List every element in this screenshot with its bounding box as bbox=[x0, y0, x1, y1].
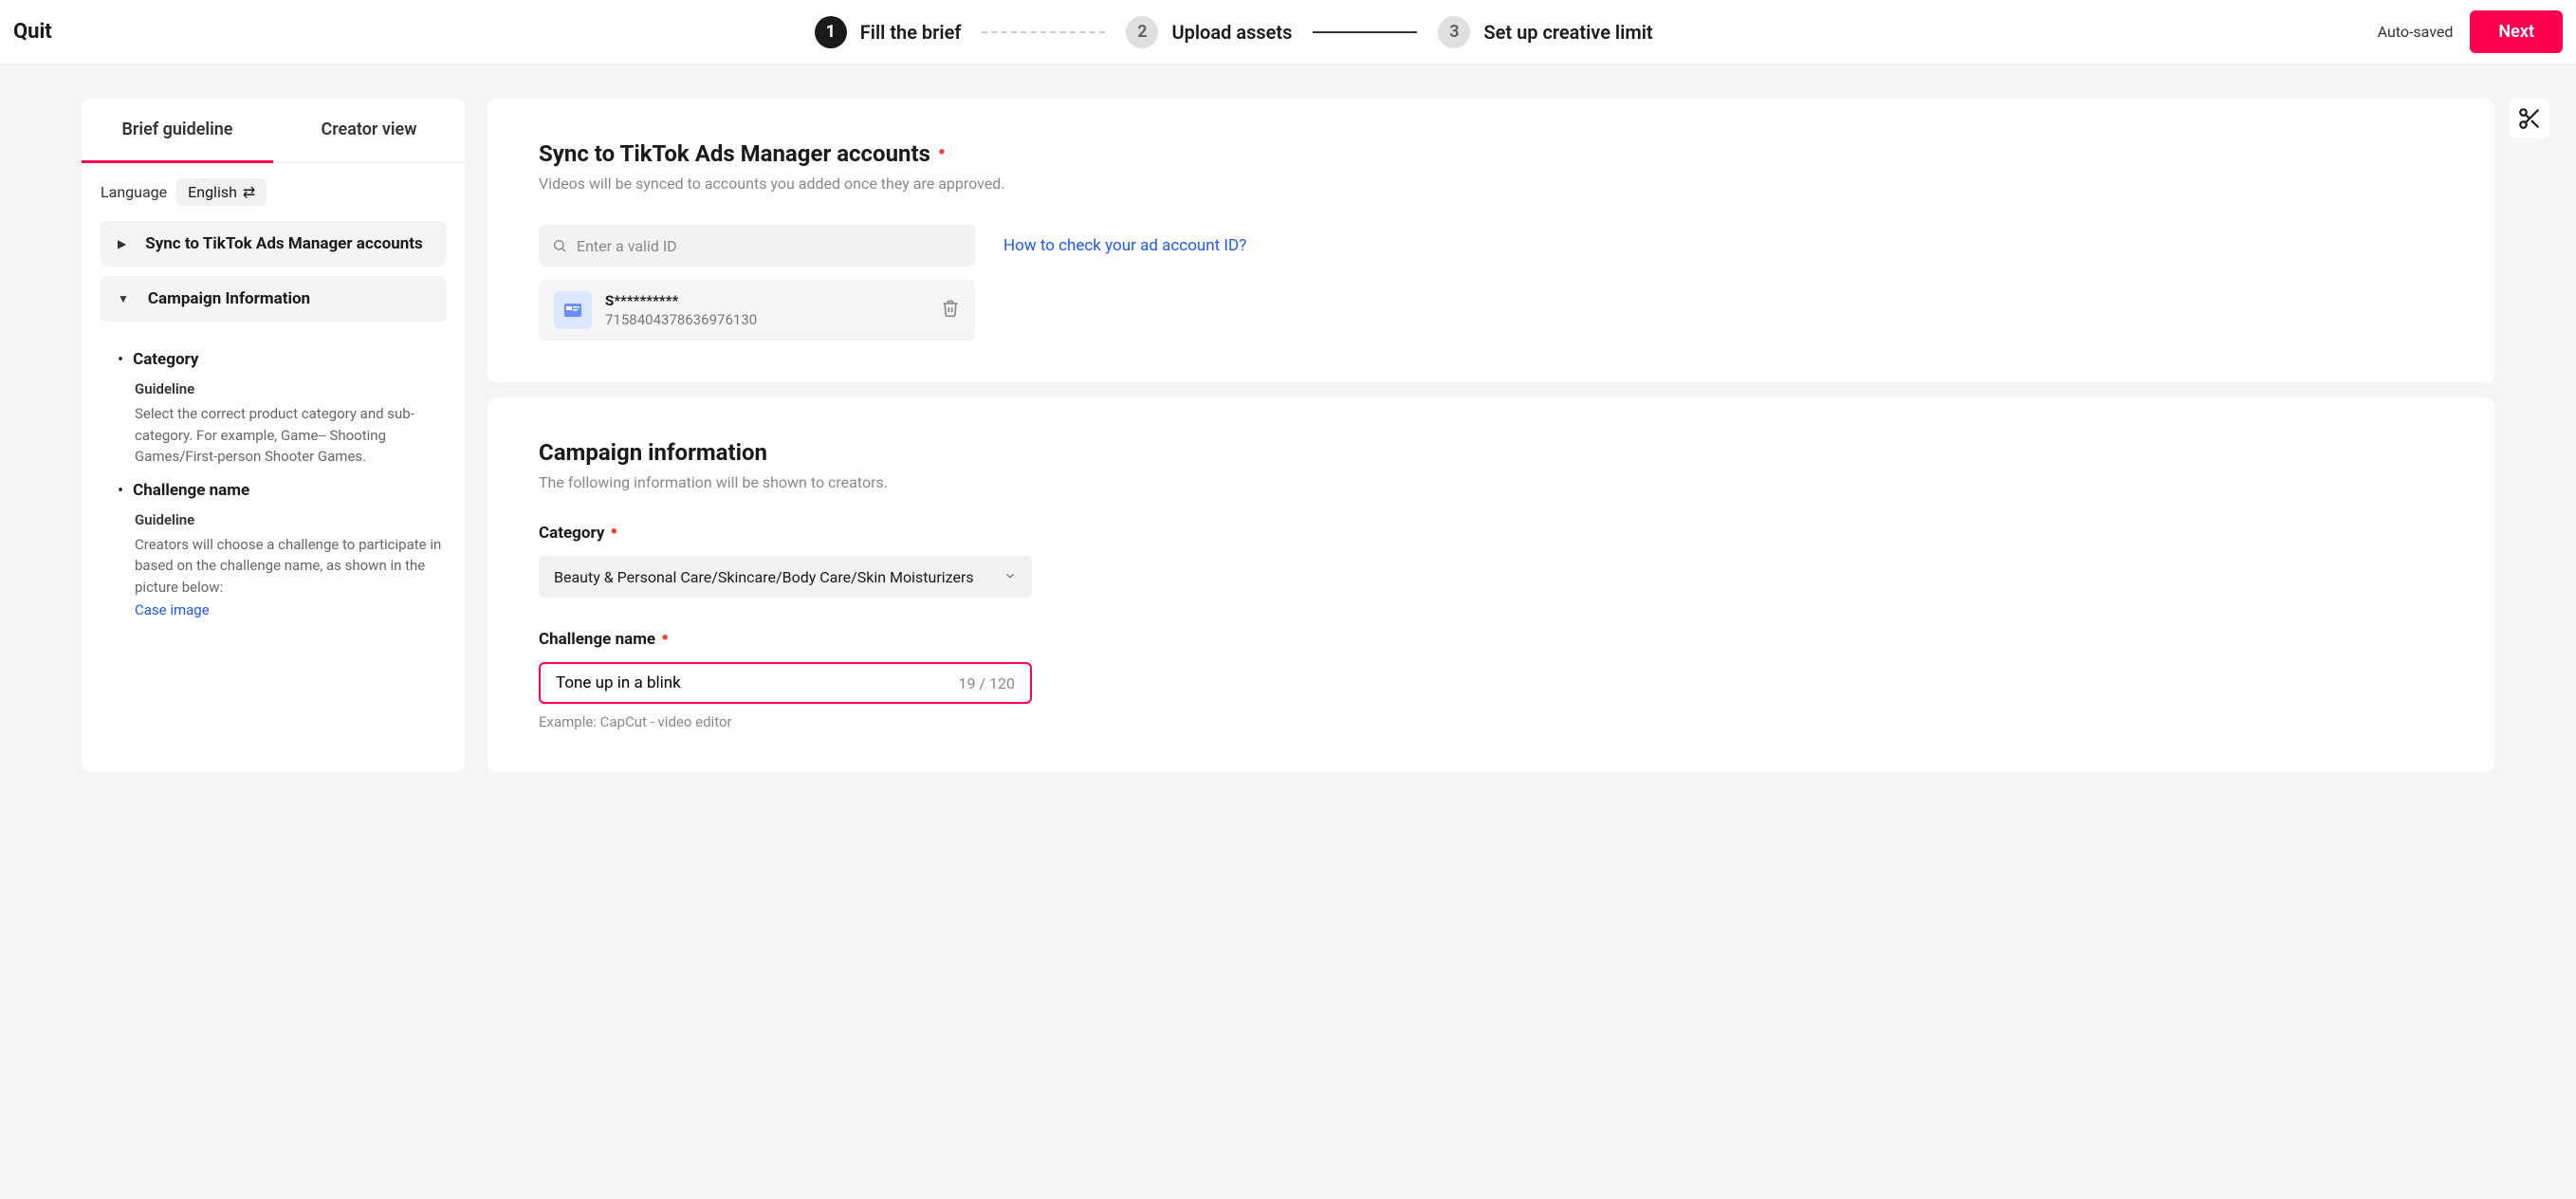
language-row: Language English ⇄ bbox=[101, 163, 446, 221]
step-3[interactable]: 3 Set up creative limit bbox=[1438, 16, 1652, 48]
panel-sync: Sync to TikTok Ads Manager accounts • Vi… bbox=[488, 99, 2494, 382]
language-label: Language bbox=[101, 183, 167, 201]
step-number: 3 bbox=[1438, 16, 1470, 48]
sidebar: Brief guideline Creator view Language En… bbox=[82, 99, 465, 772]
guideline-content: • Category Guideline Select the correct … bbox=[101, 331, 446, 627]
case-image-link[interactable]: Case image bbox=[135, 600, 446, 621]
bullet-icon: • bbox=[118, 352, 123, 369]
ad-account-help-link[interactable]: How to check your ad account ID? bbox=[1003, 236, 1246, 255]
trash-icon bbox=[941, 299, 960, 318]
step-number: 1 bbox=[815, 16, 847, 48]
chevron-down-icon bbox=[1003, 568, 1017, 586]
account-card: S********** 7158404378636976130 bbox=[539, 280, 975, 341]
account-id-search[interactable] bbox=[539, 225, 975, 267]
guideline-subheading: Guideline bbox=[135, 380, 446, 397]
step-label: Fill the brief bbox=[860, 21, 962, 44]
account-icon bbox=[554, 291, 592, 329]
header: Quit 1 Fill the brief 2 Upload assets 3 … bbox=[0, 0, 2576, 65]
sync-title: Sync to TikTok Ads Manager accounts bbox=[539, 140, 930, 167]
sidebar-tabs: Brief guideline Creator view bbox=[82, 99, 465, 163]
category-label: Category bbox=[539, 524, 604, 543]
language-value: English bbox=[188, 183, 237, 201]
sync-subtitle: Videos will be synced to accounts you ad… bbox=[539, 175, 2443, 193]
tab-brief-guideline[interactable]: Brief guideline bbox=[82, 99, 273, 163]
challenge-name-field[interactable]: 19 / 120 bbox=[539, 662, 1032, 704]
autosave-label: Auto-saved bbox=[2378, 23, 2454, 41]
guideline-challenge-body: Creators will choose a challenge to part… bbox=[135, 534, 446, 599]
challenge-example: Example: CapCut - video editor bbox=[539, 713, 2443, 730]
step-label: Set up creative limit bbox=[1483, 21, 1652, 44]
campaign-title: Campaign information bbox=[539, 439, 767, 466]
category-select[interactable]: Beauty & Personal Care/Skincare/Body Car… bbox=[539, 556, 1032, 598]
bullet-icon: • bbox=[118, 483, 123, 500]
guideline-subheading: Guideline bbox=[135, 511, 446, 528]
language-selector[interactable]: English ⇄ bbox=[176, 178, 267, 206]
step-label: Upload assets bbox=[1171, 21, 1292, 44]
step-1[interactable]: 1 Fill the brief bbox=[815, 16, 962, 48]
campaign-subtitle: The following information will be shown … bbox=[539, 473, 2443, 491]
quit-button[interactable]: Quit bbox=[13, 20, 52, 44]
challenge-name-label: Challenge name bbox=[539, 630, 655, 649]
swap-icon: ⇄ bbox=[243, 183, 255, 201]
header-right: Auto-saved Next bbox=[2378, 10, 2563, 53]
guideline-category-body: Select the correct product category and … bbox=[135, 403, 446, 468]
step-number: 2 bbox=[1126, 16, 1158, 48]
step-2[interactable]: 2 Upload assets bbox=[1126, 16, 1292, 48]
sidebar-item-campaign[interactable]: ▼ Campaign Information bbox=[101, 276, 446, 322]
account-id-input[interactable] bbox=[577, 237, 962, 255]
guideline-challenge-title: Challenge name bbox=[133, 481, 249, 500]
caret-down-icon: ▼ bbox=[118, 292, 129, 305]
step-separator bbox=[1313, 31, 1417, 33]
account-name: S********** bbox=[605, 292, 928, 309]
account-id: 7158404378636976130 bbox=[605, 311, 928, 328]
nav-title: Campaign Information bbox=[148, 289, 310, 308]
stepper: 1 Fill the brief 2 Upload assets 3 Set u… bbox=[90, 16, 2378, 48]
category-value: Beauty & Personal Care/Skincare/Body Car… bbox=[554, 568, 974, 586]
panel-campaign: Campaign information The following infor… bbox=[488, 397, 2494, 772]
delete-account-button[interactable] bbox=[941, 299, 960, 322]
caret-right-icon: ▶ bbox=[118, 237, 126, 250]
sidebar-item-sync[interactable]: ▶ Sync to TikTok Ads Manager accounts bbox=[101, 221, 446, 267]
char-count: 19 / 120 bbox=[959, 674, 1016, 692]
next-button[interactable]: Next bbox=[2470, 10, 2563, 53]
scissors-icon bbox=[2517, 106, 2542, 131]
step-separator bbox=[982, 31, 1105, 33]
tab-creator-view[interactable]: Creator view bbox=[273, 99, 465, 163]
scissors-button[interactable] bbox=[2510, 99, 2549, 138]
search-icon bbox=[552, 238, 567, 253]
nav-title: Sync to TikTok Ads Manager accounts bbox=[145, 234, 423, 253]
challenge-name-input[interactable] bbox=[556, 673, 959, 692]
guideline-category-title: Category bbox=[133, 350, 198, 369]
